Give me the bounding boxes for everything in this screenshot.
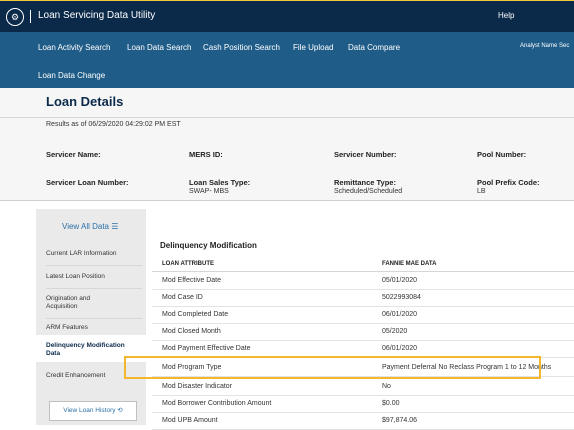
sidebar-divider — [46, 265, 142, 266]
table-row: Mod Borrower Contribution Amount $0.00 — [152, 395, 574, 413]
value-cell: No — [382, 383, 391, 390]
column-header-loan-attribute: LOAN ATTRIBUTE — [162, 261, 214, 267]
view-loan-history-button[interactable]: View Loan History ⟲ — [49, 401, 137, 421]
sidebar — [36, 209, 146, 425]
view-all-data-link[interactable]: View All Data ☰ — [62, 222, 118, 231]
attribute-cell: Mod Case ID — [162, 294, 203, 301]
header-divider — [0, 200, 574, 201]
attribute-cell: Mod Program Type — [162, 364, 222, 371]
attribute-cell: Mod Borrower Contribution Amount — [162, 400, 272, 407]
attribute-cell: Mod Completed Date — [162, 311, 229, 318]
sidebar-item-latest-loan-position[interactable]: Latest Loan Position — [46, 273, 138, 281]
table-row: Mod Effective Date 05/01/2020 — [152, 272, 574, 290]
loan-sales-type-label: Loan Sales Type: — [189, 178, 251, 187]
servicer-number-label: Servicer Number: — [334, 150, 397, 159]
table-row-highlighted: Mod Program Type Payment Deferral No Rec… — [152, 359, 574, 377]
mers-id-label: MERS ID: — [189, 150, 223, 159]
attribute-cell: Mod UPB Amount — [162, 417, 218, 424]
servicer-loan-number-label: Servicer Loan Number: — [46, 178, 129, 187]
page-title: Loan Details — [46, 94, 124, 109]
sidebar-item-origination[interactable]: Origination and Acquisition — [46, 295, 116, 311]
app-title: Loan Servicing Data Utility — [38, 10, 156, 21]
attribute-cell: Mod Closed Month — [162, 328, 221, 335]
nav-loan-data-change[interactable]: Loan Data Change — [38, 71, 105, 80]
secondary-nav: Loan Data Change — [0, 60, 574, 88]
pool-prefix-code-label: Pool Prefix Code: — [477, 178, 540, 187]
attribute-cell: Mod Effective Date — [162, 277, 222, 284]
value-cell: 06/01/2020 — [382, 311, 418, 318]
sidebar-item-delinquency-modification[interactable]: Delinquency Modification Data — [46, 342, 126, 358]
sidebar-item-credit-enhancement[interactable]: Credit Enhancement — [46, 372, 138, 380]
logo-icon: ⚙ — [6, 8, 24, 26]
remittance-type-label: Remittance Type: — [334, 178, 396, 187]
nav-loan-activity-search[interactable]: Loan Activity Search — [38, 43, 110, 52]
attribute-cell: Mod Payment Effective Date — [162, 345, 251, 352]
results-timestamp: Results as of 06/29/2020 04:29:02 PM EST — [46, 121, 181, 128]
table-row: Mod Closed Month 05/2020 — [152, 323, 574, 341]
table-row: Mod UPB Amount $97,874.06 — [152, 412, 574, 430]
analyst-name[interactable]: Analyst Name Sec — [520, 43, 569, 49]
column-header-fannie-mae-data: FANNIE MAE DATA — [382, 261, 437, 267]
nav-data-compare[interactable]: Data Compare — [348, 43, 400, 52]
title-divider — [0, 117, 574, 118]
nav-file-upload[interactable]: File Upload — [293, 43, 333, 52]
value-cell: 05/01/2020 — [382, 277, 418, 284]
app-header: ⚙ Loan Servicing Data Utility Help — [0, 1, 574, 32]
value-cell: $0.00 — [382, 400, 400, 407]
table-row: Mod Completed Date 06/01/2020 — [152, 306, 574, 324]
sidebar-item-arm-features[interactable]: ARM Features — [46, 324, 138, 332]
primary-nav: Loan Activity Search Loan Data Search Ca… — [0, 32, 574, 60]
nav-loan-data-search[interactable]: Loan Data Search — [127, 43, 192, 52]
pool-prefix-code-value: LB — [477, 188, 486, 195]
value-cell: 05/2020 — [382, 328, 408, 335]
table-row: Mod Disaster Indicator No — [152, 378, 574, 396]
attribute-cell: Mod Disaster Indicator — [162, 383, 233, 390]
value-cell: Payment Deferral No Reclass Program 1 to… — [382, 364, 552, 371]
value-cell: 5022993084 — [382, 294, 421, 301]
pool-number-label: Pool Number: — [477, 150, 527, 159]
table-row: Mod Case ID 5022993084 — [152, 289, 574, 307]
header-separator — [30, 10, 31, 23]
sidebar-divider — [46, 318, 142, 319]
table-header: LOAN ATTRIBUTE FANNIE MAE DATA — [152, 257, 574, 272]
nav-cash-position-search[interactable]: Cash Position Search — [203, 43, 280, 52]
table-row: Mod Payment Effective Date 06/01/2020 — [152, 340, 574, 358]
section-title: Delinquency Modification — [160, 241, 257, 250]
loan-sales-type-value: SWAP- MBS — [189, 188, 229, 195]
loan-details-header: Loan Details Results as of 06/29/2020 04… — [0, 88, 574, 200]
sidebar-item-current-lar[interactable]: Current LAR Information — [46, 250, 138, 258]
sidebar-divider — [46, 288, 142, 289]
value-cell: 06/01/2020 — [382, 345, 418, 352]
help-link[interactable]: Help — [498, 11, 514, 20]
servicer-name-label: Servicer Name: — [46, 150, 101, 159]
remittance-type-value: Scheduled/Scheduled — [334, 188, 403, 195]
value-cell: $97,874.06 — [382, 417, 418, 424]
